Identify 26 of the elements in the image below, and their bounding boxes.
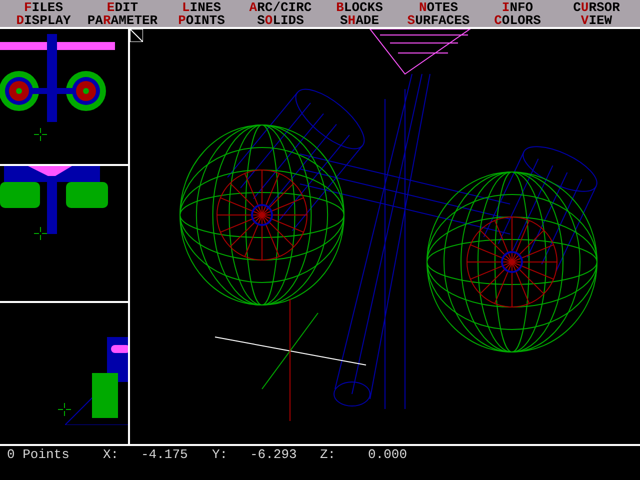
x-value: -4.175: [141, 447, 189, 462]
menu-item[interactable]: VIEW: [557, 14, 636, 27]
crosshair-icon: [34, 227, 47, 240]
menu-item[interactable]: SURFACES: [399, 14, 478, 27]
menu-item[interactable]: NOTES: [399, 1, 478, 14]
z-label: Z:: [320, 447, 337, 462]
menu-item[interactable]: SOLIDS: [241, 14, 320, 27]
x-label: X:: [103, 447, 120, 462]
menu-item[interactable]: INFO: [478, 1, 557, 14]
menu-item[interactable]: EDIT: [83, 1, 162, 14]
z-value: 0.000: [368, 447, 408, 462]
menu-item[interactable]: SHADE: [320, 14, 399, 27]
menu-item[interactable]: BLOCKS: [320, 1, 399, 14]
crosshair-icon: [58, 403, 71, 416]
menu-item[interactable]: POINTS: [162, 14, 241, 27]
y-value: -6.293: [250, 447, 298, 462]
menu-item[interactable]: ARC/CIRC: [241, 1, 320, 14]
y-label: Y:: [212, 447, 229, 462]
menu-item[interactable]: FILES: [4, 1, 83, 14]
menu-item[interactable]: COLORS: [478, 14, 557, 27]
menu-item[interactable]: CURSOR: [557, 1, 636, 14]
crosshair-icon: [34, 128, 47, 141]
points-count: 0 Points: [7, 447, 70, 462]
menu-item[interactable]: LINES: [162, 1, 241, 14]
menu-item[interactable]: DISPLAY: [4, 14, 83, 27]
menu-item[interactable]: PARAMETER: [83, 14, 162, 27]
